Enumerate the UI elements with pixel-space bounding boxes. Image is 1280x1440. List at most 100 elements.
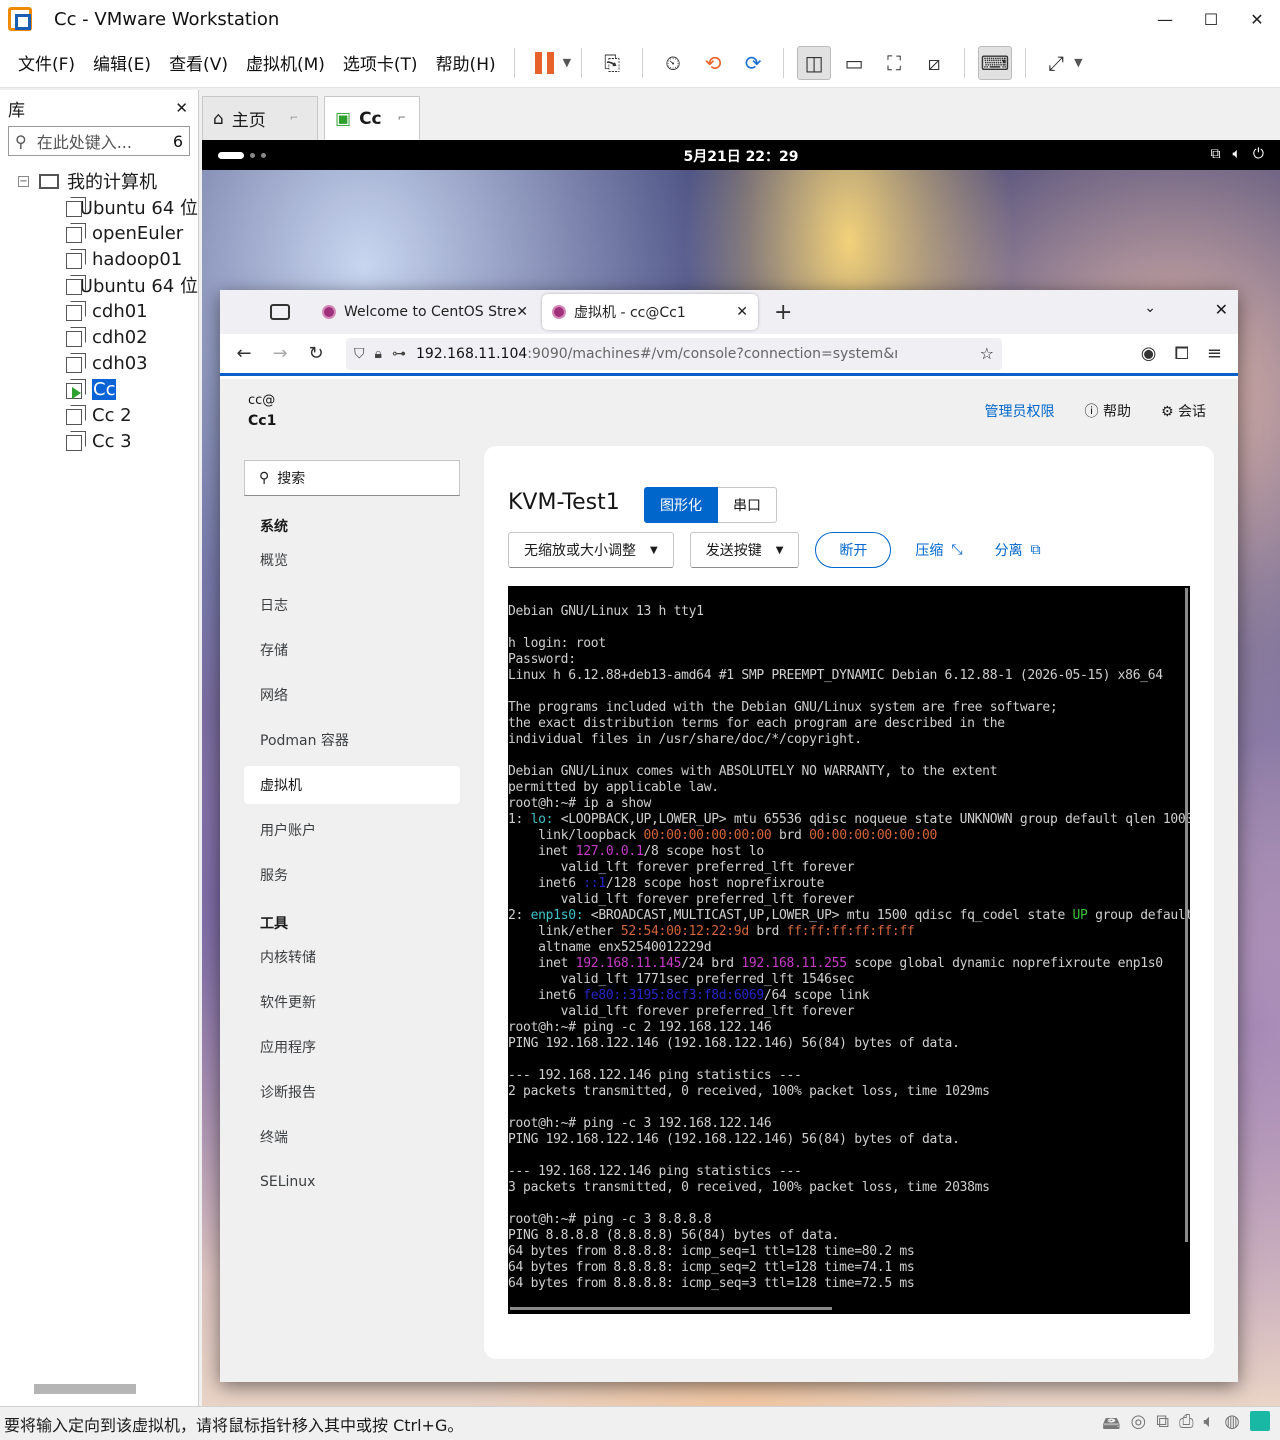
library-close-button[interactable]: ✕: [175, 99, 188, 117]
tree-item-vm[interactable]: cdh01: [0, 298, 198, 324]
compress-button[interactable]: 压缩 ⤡: [915, 540, 962, 560]
cd-dvd-icon[interactable]: ◎: [1130, 1411, 1146, 1440]
tab-cc[interactable]: ▣ Cc ⌐: [324, 96, 420, 140]
url-bar[interactable]: ⛉ 🔒︎ ⊶ 192.168.11.104 :9090/machines#/vm…: [346, 337, 1002, 370]
fullscreen-button[interactable]: ⛶: [877, 46, 911, 80]
show-library-button[interactable]: ◫: [797, 45, 832, 80]
network-adapter-icon[interactable]: ⧉: [1156, 1411, 1169, 1440]
menu-help[interactable]: 帮助(H): [436, 50, 496, 75]
nav-item-virtual-machines[interactable]: 虚拟机: [244, 766, 460, 804]
tree-item-vm[interactable]: hadoop01: [0, 246, 198, 272]
serial-console-button[interactable]: 串口: [718, 487, 777, 523]
tree-item-vm-selected[interactable]: Cc: [0, 376, 198, 402]
graphical-console-button[interactable]: 图形化: [644, 487, 718, 523]
library-search-input[interactable]: ⚲ 在此处键入... 6: [8, 126, 190, 156]
nav-item-terminal[interactable]: 终端: [244, 1118, 460, 1156]
tree-root-my-computer[interactable]: − 我的计算机: [0, 168, 198, 194]
lock-warning-icon[interactable]: 🔒︎: [375, 346, 382, 362]
vnc-console[interactable]: Debian GNU/Linux 13 h tty1 h login: root…: [508, 586, 1190, 1314]
menu-file[interactable]: 文件(F): [18, 50, 75, 75]
help-button[interactable]: ⓘ 帮助: [1085, 401, 1131, 421]
unity-button[interactable]: ⧄: [917, 46, 951, 80]
pause-button[interactable]: [528, 46, 562, 80]
extensions-icon[interactable]: ⧠: [1175, 343, 1189, 364]
nav-item-apps[interactable]: 应用程序: [244, 1028, 460, 1066]
snapshot-manager-button[interactable]: ⟳: [736, 46, 770, 80]
system-tray[interactable]: ⧉ 🔈︎ ⏻: [1211, 146, 1264, 162]
tree-item-vm[interactable]: openEuler: [0, 220, 198, 246]
browser-tab-vm[interactable]: 虚拟机 - cc@Cc1 ✕: [542, 294, 758, 330]
detach-button[interactable]: 分离 ⧉: [995, 540, 1041, 560]
tree-item-vm[interactable]: Cc 3: [0, 428, 198, 454]
firefox-close-button[interactable]: ✕: [1215, 300, 1228, 319]
nav-item-updates[interactable]: 软件更新: [244, 983, 460, 1021]
tree-item-vm[interactable]: cdh02: [0, 324, 198, 350]
collapse-icon[interactable]: −: [18, 175, 29, 187]
tree-item-vm[interactable]: cdh03: [0, 350, 198, 376]
back-button[interactable]: ←: [226, 343, 262, 364]
console-vertical-scrollbar[interactable]: [1185, 588, 1188, 1242]
nav-item-kdump[interactable]: 内核转储: [244, 938, 460, 976]
tree-item-vm[interactable]: Ubuntu 64 位: [0, 272, 198, 298]
nav-item-selinux[interactable]: SELinux: [244, 1163, 460, 1201]
tab-close-icon[interactable]: ⌐: [290, 113, 298, 124]
nav-item-networking[interactable]: 网络: [244, 676, 460, 714]
maximize-button[interactable]: ☐: [1188, 0, 1234, 38]
gnome-clock[interactable]: 5月21日 22：29: [202, 146, 1280, 166]
tab-list-icon[interactable]: [270, 304, 290, 320]
close-tab-icon[interactable]: ✕: [516, 304, 528, 320]
forward-button[interactable]: →: [262, 343, 298, 364]
close-button[interactable]: ✕: [1234, 0, 1280, 38]
guest-display[interactable]: 5月21日 22：29 ⧉ 🔈︎ ⏻ Welcome to CentOS Str…: [202, 140, 1280, 1406]
tab-home[interactable]: ⌂ 主页 ⌐: [202, 96, 318, 140]
list-all-tabs-icon[interactable]: ⌄: [1144, 300, 1156, 316]
usb-icon[interactable]: ◍: [1224, 1411, 1240, 1440]
session-button[interactable]: ⚙ 会话: [1161, 401, 1206, 421]
show-thumbnail-button[interactable]: ▭: [837, 46, 871, 80]
nav-item-accounts[interactable]: 用户账户: [244, 811, 460, 849]
tree-item-vm[interactable]: Cc 2: [0, 402, 198, 428]
close-tab-icon[interactable]: ✕: [736, 304, 748, 320]
browser-tab-centos[interactable]: Welcome to CentOS Stream ✕: [312, 294, 538, 330]
minimize-button[interactable]: —: [1142, 0, 1188, 38]
revert-snapshot-button[interactable]: ⟲: [696, 46, 730, 80]
stretch-dropdown-icon[interactable]: ▼: [1074, 56, 1082, 69]
send-keys-dropdown[interactable]: 发送按键 ▼: [689, 532, 800, 568]
scale-dropdown[interactable]: 无缩放或大小调整 ▼: [508, 532, 674, 568]
cockpit-host-switcher[interactable]: cc@ Cc1: [248, 391, 276, 432]
menu-vm[interactable]: 虚拟机(M): [246, 50, 325, 75]
tree-item-vm[interactable]: Ubuntu 64 位: [0, 194, 198, 220]
messages-icon[interactable]: [1250, 1411, 1270, 1431]
bookmark-star-icon[interactable]: ☆: [980, 344, 994, 363]
menu-edit[interactable]: 编辑(E): [93, 50, 151, 75]
nav-item-storage[interactable]: 存储: [244, 631, 460, 669]
admin-access-button[interactable]: 管理员权限: [985, 401, 1055, 421]
new-tab-button[interactable]: +: [774, 300, 792, 325]
snapshot-button[interactable]: ⏲: [656, 46, 690, 80]
nav-search-input[interactable]: ⚲ 搜索: [244, 460, 460, 496]
printer-icon[interactable]: ⎙: [1179, 1411, 1193, 1440]
reload-button[interactable]: ↻: [298, 343, 334, 364]
menu-view[interactable]: 查看(V): [169, 50, 228, 75]
nav-item-overview[interactable]: 概览: [244, 541, 460, 579]
permissions-icon[interactable]: ⊶: [392, 346, 406, 362]
shield-icon[interactable]: ⛉: [354, 346, 365, 362]
nav-item-podman[interactable]: Podman 容器: [244, 721, 460, 759]
menu-tabs[interactable]: 选项卡(T): [343, 50, 418, 75]
stretch-button[interactable]: ⤢: [1039, 46, 1073, 80]
nav-item-services[interactable]: 服务: [244, 856, 460, 894]
console-view-button[interactable]: ⌨: [978, 45, 1013, 80]
firefox-nav-right: ◉ ⧠ ≡: [1141, 343, 1222, 364]
tab-close-icon[interactable]: ⌐: [398, 113, 406, 124]
nav-item-diagnostics[interactable]: 诊断报告: [244, 1073, 460, 1111]
sound-card-icon[interactable]: 🔈︎: [1203, 1411, 1214, 1440]
menu-hamburger-icon[interactable]: ≡: [1207, 343, 1222, 364]
hard-disk-icon[interactable]: 🖴︎: [1102, 1411, 1120, 1440]
disconnect-button[interactable]: 断开: [815, 532, 892, 568]
nav-item-logs[interactable]: 日志: [244, 586, 460, 624]
power-dropdown-icon[interactable]: ▼: [563, 56, 571, 69]
console-horizontal-scrollbar[interactable]: [510, 1307, 832, 1310]
account-icon[interactable]: ◉: [1141, 343, 1157, 364]
send-ctrl-alt-del-button[interactable]: ⎘: [595, 46, 629, 80]
library-scrollbar[interactable]: [34, 1384, 136, 1394]
